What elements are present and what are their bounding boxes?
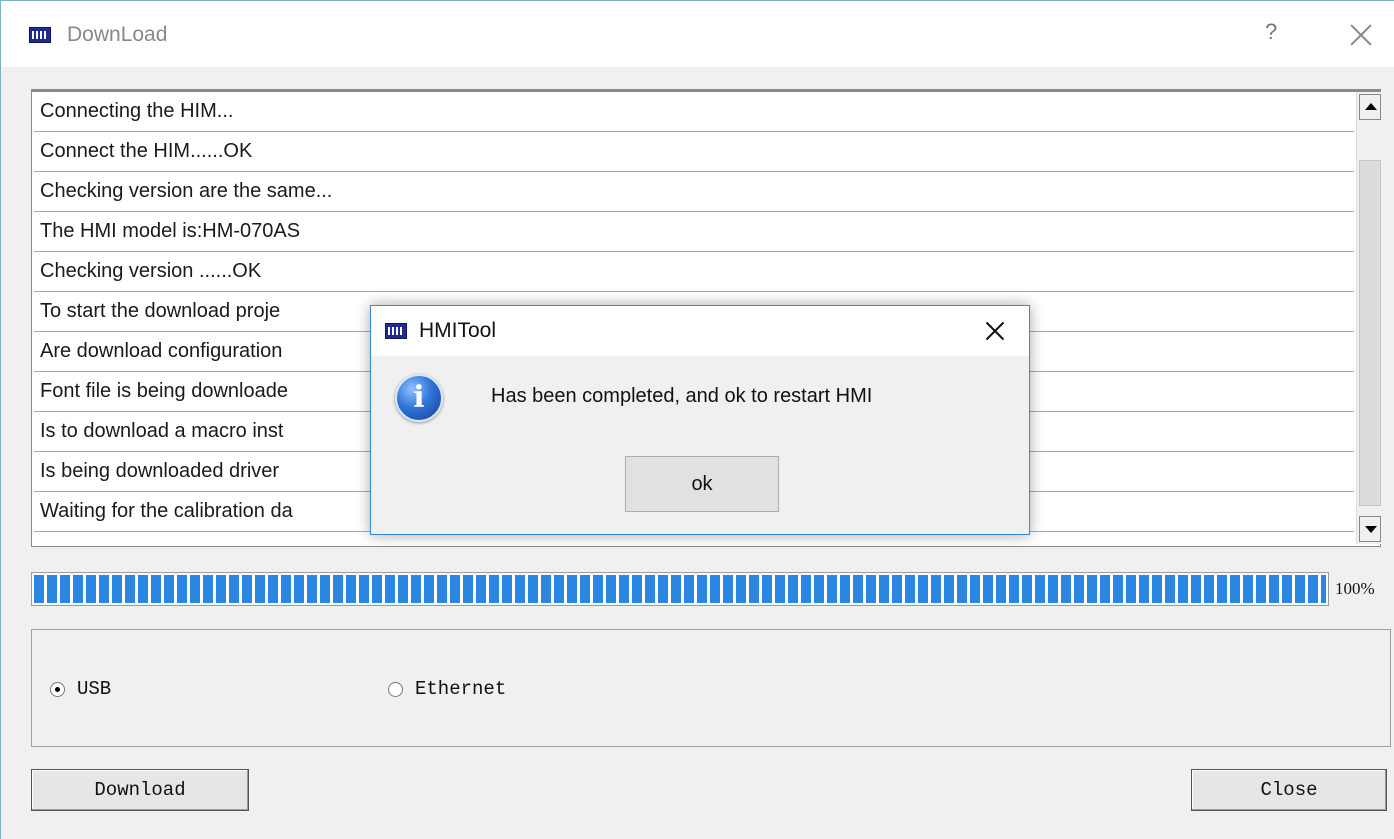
progress-percent: 100% <box>1335 579 1375 598</box>
ok-button[interactable]: ok <box>625 456 779 512</box>
download-progress-bar <box>31 572 1329 606</box>
connection-group: USB Ethernet <box>31 629 1391 747</box>
log-line: The HMI model is:HM-070AS <box>34 212 1354 252</box>
scroll-thumb[interactable] <box>1359 160 1381 506</box>
info-icon: i <box>395 374 443 422</box>
arrow-up-icon <box>1365 103 1377 110</box>
download-window: DownLoad ? Connecting the HIM... Connect… <box>0 0 1394 839</box>
hmi-app-icon <box>29 27 51 43</box>
log-line: Checking version ......OK <box>34 252 1354 292</box>
dialog-close-button[interactable] <box>983 319 1007 343</box>
radio-ethernet-indicator <box>388 681 403 697</box>
radio-ethernet[interactable]: Ethernet <box>388 678 506 700</box>
dialog-title-bar: HMITool <box>371 306 1029 356</box>
progress-fill <box>34 575 1326 603</box>
radio-usb-label: USB <box>77 678 112 700</box>
title-bar: DownLoad ? <box>1 1 1394 67</box>
arrow-down-icon <box>1365 526 1377 533</box>
radio-usb-indicator <box>50 681 65 697</box>
log-line: Connecting the HIM... <box>34 92 1354 132</box>
log-scrollbar[interactable] <box>1356 92 1383 544</box>
window-title: DownLoad <box>67 23 168 46</box>
message-dialog: HMITool i Has been completed, and ok to … <box>370 305 1030 535</box>
dialog-message: Has been completed, and ok to restart HM… <box>491 385 873 407</box>
radio-ethernet-label: Ethernet <box>415 678 507 700</box>
download-button[interactable]: Download <box>31 769 249 811</box>
help-button[interactable]: ? <box>1265 19 1277 45</box>
dialog-title: HMITool <box>419 319 497 342</box>
scroll-down-button[interactable] <box>1359 516 1381 542</box>
radio-usb[interactable]: USB <box>50 678 111 700</box>
log-line: Checking version are the same... <box>34 172 1354 212</box>
log-line: Connect the HIM......OK <box>34 132 1354 172</box>
hmi-app-icon <box>385 323 407 339</box>
window-close-button[interactable] <box>1347 21 1375 49</box>
scroll-up-button[interactable] <box>1359 94 1381 120</box>
close-button[interactable]: Close <box>1191 769 1387 811</box>
